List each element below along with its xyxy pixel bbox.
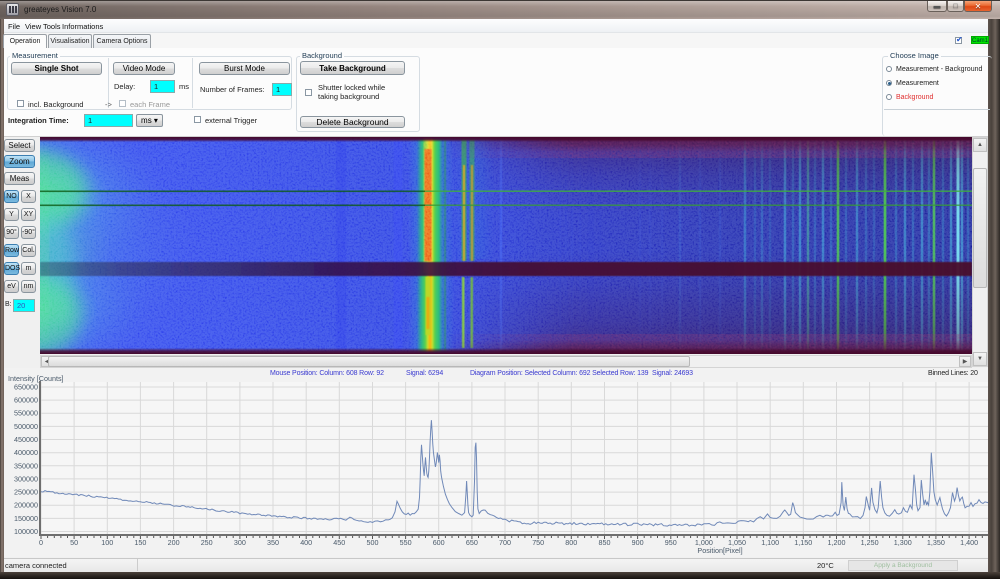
- svg-text:300: 300: [234, 538, 246, 547]
- svg-text:650000: 650000: [14, 383, 38, 392]
- svg-text:50: 50: [70, 538, 78, 547]
- svg-text:100000: 100000: [14, 527, 38, 536]
- svg-text:600: 600: [433, 538, 445, 547]
- svg-text:400: 400: [300, 538, 312, 547]
- svg-text:250000: 250000: [14, 488, 38, 497]
- svg-text:150000: 150000: [14, 514, 38, 523]
- svg-text:900: 900: [632, 538, 644, 547]
- svg-text:1,200: 1,200: [828, 538, 846, 547]
- svg-text:850: 850: [599, 538, 611, 547]
- svg-text:550: 550: [400, 538, 412, 547]
- svg-text:150: 150: [134, 538, 146, 547]
- svg-text:1,100: 1,100: [761, 538, 779, 547]
- svg-text:1,350: 1,350: [927, 538, 945, 547]
- svg-text:250: 250: [201, 538, 213, 547]
- svg-text:500: 500: [367, 538, 379, 547]
- svg-text:Intensity [Counts]: Intensity [Counts]: [8, 374, 64, 383]
- svg-text:950: 950: [665, 538, 677, 547]
- svg-text:450000: 450000: [14, 435, 38, 444]
- svg-text:0: 0: [39, 538, 43, 547]
- svg-text:400000: 400000: [14, 448, 38, 457]
- svg-text:Position[Pixel]: Position[Pixel]: [697, 546, 742, 555]
- svg-text:500000: 500000: [14, 422, 38, 431]
- svg-text:800: 800: [565, 538, 577, 547]
- svg-text:550000: 550000: [14, 409, 38, 418]
- svg-text:100: 100: [101, 538, 113, 547]
- svg-text:450: 450: [333, 538, 345, 547]
- svg-text:1,250: 1,250: [861, 538, 879, 547]
- svg-text:1,300: 1,300: [894, 538, 912, 547]
- svg-text:600000: 600000: [14, 396, 38, 405]
- svg-text:300000: 300000: [14, 474, 38, 483]
- svg-text:200000: 200000: [14, 501, 38, 510]
- svg-text:350000: 350000: [14, 461, 38, 470]
- svg-text:350: 350: [267, 538, 279, 547]
- svg-text:200: 200: [168, 538, 180, 547]
- svg-text:750: 750: [532, 538, 544, 547]
- svg-text:1,400: 1,400: [960, 538, 978, 547]
- svg-text:1,150: 1,150: [794, 538, 812, 547]
- svg-text:700: 700: [499, 538, 511, 547]
- svg-text:650: 650: [466, 538, 478, 547]
